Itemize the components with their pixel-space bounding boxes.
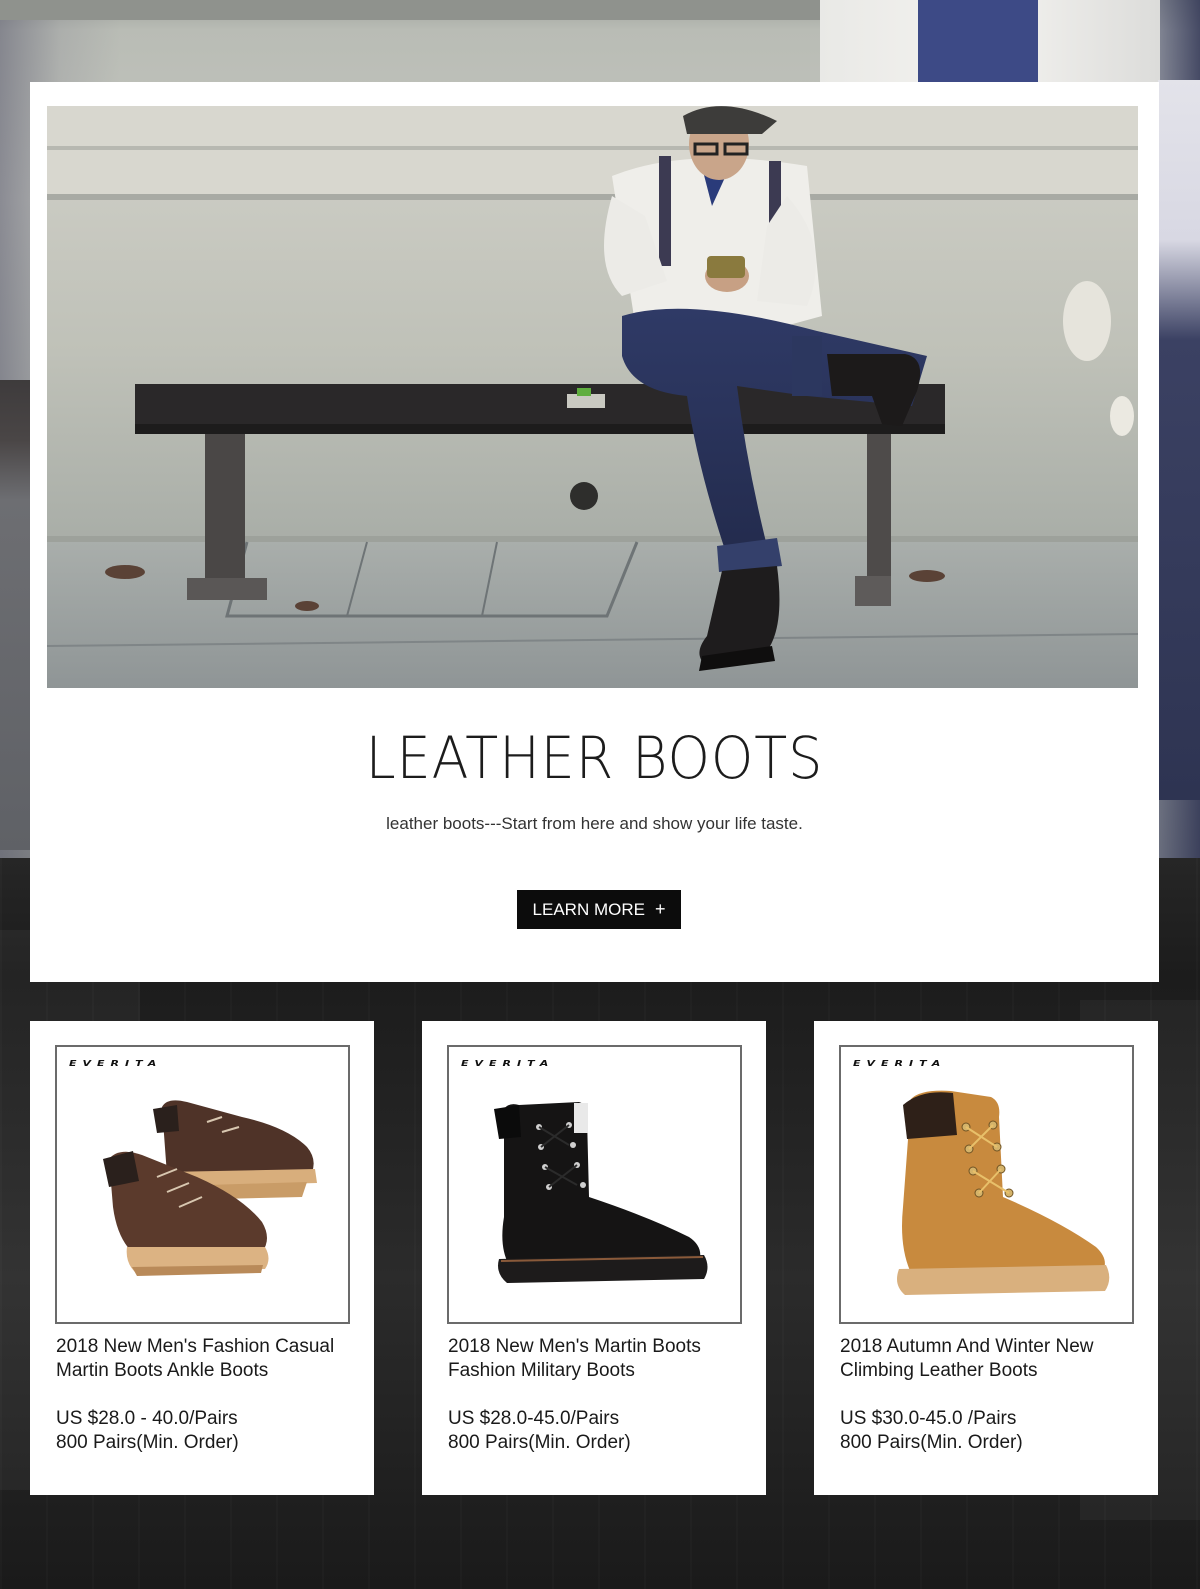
learn-more-label: LEARN MORE	[532, 899, 645, 919]
product-title[interactable]: 2018 New Men's Fashion Casual Martin Boo…	[56, 1335, 356, 1383]
product-title[interactable]: 2018 Autumn And Winter New Climbing Leat…	[840, 1335, 1140, 1383]
background-ledge	[0, 0, 820, 20]
product-title[interactable]: 2018 New Men's Martin Boots Fashion Mili…	[448, 1335, 748, 1383]
learn-more-button[interactable]: LEARN MORE +	[517, 890, 681, 929]
product-title-line: 2018 New Men's Martin Boots	[448, 1336, 701, 1357]
product-min-order: 800 Pairs(Min. Order)	[448, 1432, 631, 1453]
product-title-line: Martin Boots Ankle Boots	[56, 1360, 269, 1381]
product-price: US $28.0-45.0/Pairs	[448, 1408, 620, 1429]
hero-title: LEATHER BOOTS	[365, 724, 824, 792]
product-card[interactable]: EVERITA 2018 New Men's Fashion Casual Ma…	[30, 1021, 374, 1495]
product-image[interactable]: EVERITA	[447, 1045, 742, 1324]
background-person-collar	[918, 0, 1038, 82]
product-min-order: 800 Pairs(Min. Order)	[56, 1432, 239, 1453]
product-image[interactable]: EVERITA	[55, 1045, 350, 1324]
tan-climbing-boot-image	[897, 1090, 1110, 1295]
product-price: US $30.0-45.0 /Pairs	[840, 1408, 1017, 1429]
hero-photo-illustration	[47, 106, 1138, 688]
background-person-right	[1158, 80, 1200, 800]
hero-photo-man-on-bench	[47, 106, 1138, 688]
product-image[interactable]: EVERITA	[839, 1045, 1134, 1324]
product-price: US $28.0 - 40.0/Pairs	[56, 1408, 238, 1429]
product-min-order: 800 Pairs(Min. Order)	[840, 1432, 1023, 1453]
product-title-line: Fashion Military Boots	[448, 1360, 635, 1381]
hero-card: LEATHER BOOTS leather boots---Start from…	[30, 82, 1159, 982]
product-card[interactable]: EVERITA 2018 Autumn And Winter New Climb…	[814, 1021, 1158, 1495]
black-martin-boot-image	[494, 1102, 708, 1283]
product-title-line: Climbing Leather Boots	[840, 1360, 1038, 1381]
product-title-line: 2018 New Men's Fashion Casual	[56, 1336, 335, 1357]
product-title-line: 2018 Autumn And Winter New	[840, 1336, 1094, 1357]
product-card[interactable]: EVERITA 2018 New Men's Martin Boots Fash…	[422, 1021, 766, 1495]
background-bench-left	[0, 380, 30, 850]
landing-page: LEATHER BOOTS leather boots---Start from…	[0, 0, 1200, 1589]
brown-ankle-boots-image	[103, 1100, 317, 1276]
hero-subtitle: leather boots---Start from here and show…	[386, 814, 803, 833]
plus-icon: +	[654, 899, 666, 919]
